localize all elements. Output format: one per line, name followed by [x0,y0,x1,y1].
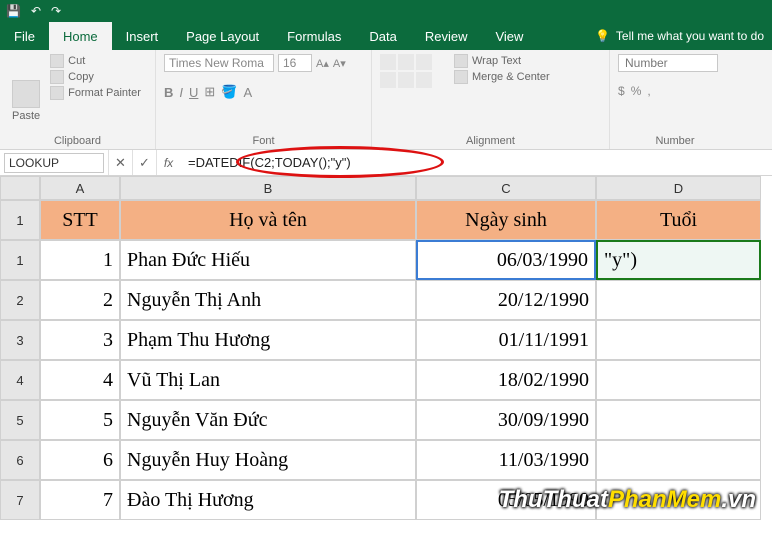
cell[interactable] [596,440,761,480]
number-format-select[interactable]: Number [618,54,718,72]
row-head[interactable]: 7 [0,480,40,520]
cell[interactable]: Phạm Thu Hương [120,320,416,360]
select-all-corner[interactable] [0,176,40,200]
cell[interactable] [596,280,761,320]
col-head-d[interactable]: D [596,176,761,200]
underline-button[interactable]: U [189,85,198,100]
border-button[interactable]: ⊞ [204,84,215,100]
group-label-alignment: Alignment [372,135,609,147]
scissors-icon [50,54,64,68]
cell[interactable]: Phan Đức Hiếu [120,240,416,280]
italic-button[interactable]: I [179,85,183,100]
comma-button[interactable]: , [647,84,650,98]
cell[interactable]: Họ và tên [120,200,416,240]
row-head[interactable]: 4 [0,360,40,400]
copy-button[interactable]: Copy [50,70,141,84]
ribbon: Paste Cut Copy Format Painter Clipboard … [0,50,772,150]
formula-input[interactable] [180,153,772,172]
name-box[interactable] [4,153,104,173]
cell[interactable]: Vũ Thị Lan [120,360,416,400]
paste-icon [12,80,40,108]
cell[interactable]: Đào Thị Hương [120,480,416,520]
font-name-select[interactable]: Times New Roma [164,54,274,72]
row-head[interactable]: 3 [0,320,40,360]
row-head[interactable]: 1 [0,240,40,280]
format-painter-button[interactable]: Format Painter [50,86,141,100]
cell[interactable]: 1 [40,240,120,280]
row-head[interactable]: 5 [0,400,40,440]
row-head[interactable]: 1 [0,200,40,240]
cell[interactable]: 3 [40,320,120,360]
col-head-a[interactable]: A [40,176,120,200]
tab-view[interactable]: View [481,22,537,50]
cell[interactable]: Ngày sinh [416,200,596,240]
tab-review[interactable]: Review [411,22,482,50]
cell[interactable]: Nguyễn Thị Anh [120,280,416,320]
tab-home[interactable]: Home [49,22,112,50]
bold-button[interactable]: B [164,85,173,100]
worksheet[interactable]: A B C D 1 STT Họ và tên Ngày sinh Tuổi 1… [0,176,772,520]
cell[interactable]: 11/03/1990 [416,440,596,480]
cell[interactable] [596,400,761,440]
tab-insert[interactable]: Insert [112,22,173,50]
undo-icon[interactable]: ↶ [31,4,41,18]
tab-page-layout[interactable]: Page Layout [172,22,273,50]
cell[interactable]: 2 [40,280,120,320]
increase-font-icon[interactable]: A▴ [316,57,329,70]
cell[interactable]: 7 [40,480,120,520]
cell[interactable]: 20/12/1990 [416,280,596,320]
cell[interactable]: Tuổi [596,200,761,240]
watermark: ThuThuatPhanMem.vn [499,486,756,514]
insert-function-button[interactable]: fx [156,150,180,175]
brush-icon [50,86,64,100]
font-color-button[interactable]: A [244,85,253,100]
cell-active[interactable]: "y") [596,240,761,280]
copy-icon [50,70,64,84]
col-head-c[interactable]: C [416,176,596,200]
cell[interactable] [596,320,761,360]
cell[interactable]: 6 [40,440,120,480]
quick-access-toolbar: 💾 ↶ ↷ [0,0,772,22]
cell[interactable]: STT [40,200,120,240]
cell[interactable]: 5 [40,400,120,440]
wrap-icon [454,54,468,68]
cell[interactable]: Nguyễn Huy Hoàng [120,440,416,480]
cell[interactable] [596,360,761,400]
cancel-formula-button[interactable]: ✕ [108,150,132,175]
cell[interactable]: 01/11/1991 [416,320,596,360]
paste-label: Paste [12,110,40,122]
merge-center-button[interactable]: Merge & Center [454,70,550,84]
wrap-text-button[interactable]: Wrap Text [454,54,550,68]
enter-formula-button[interactable]: ✓ [132,150,156,175]
fill-color-button[interactable]: 🪣 [221,84,237,100]
alignment-buttons[interactable] [380,54,432,147]
cell[interactable]: 30/09/1990 [416,400,596,440]
group-label-clipboard: Clipboard [0,135,155,147]
col-head-b[interactable]: B [120,176,416,200]
row-head[interactable]: 2 [0,280,40,320]
group-label-number: Number [610,135,740,147]
cell[interactable]: 4 [40,360,120,400]
row-head[interactable]: 6 [0,440,40,480]
decrease-font-icon[interactable]: A▾ [333,57,346,70]
accounting-button[interactable]: $ [618,84,625,98]
cell[interactable]: 06/03/1990 [416,240,596,280]
paste-button[interactable]: Paste [8,54,44,147]
cut-button[interactable]: Cut [50,54,141,68]
merge-icon [454,70,468,84]
tab-file[interactable]: File [0,22,49,50]
cell[interactable]: 18/02/1990 [416,360,596,400]
font-size-select[interactable]: 16 [278,54,312,72]
save-icon[interactable]: 💾 [6,4,21,18]
tab-formulas[interactable]: Formulas [273,22,355,50]
tab-data[interactable]: Data [355,22,410,50]
group-label-font: Font [156,135,371,147]
redo-icon[interactable]: ↷ [51,4,61,18]
formula-bar: ✕ ✓ fx [0,150,772,176]
ribbon-tabs: File Home Insert Page Layout Formulas Da… [0,22,772,50]
cell[interactable]: Nguyễn Văn Đức [120,400,416,440]
percent-button[interactable]: % [631,84,642,98]
tell-me-search[interactable]: Tell me what you want to do [595,22,772,50]
